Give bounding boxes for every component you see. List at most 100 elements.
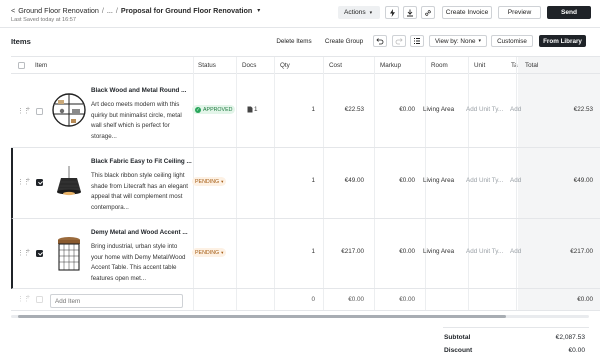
column-header-room[interactable]: Room xyxy=(431,62,448,69)
column-header-cost[interactable]: Cost xyxy=(329,62,342,69)
breadcrumb-ellipsis[interactable]: ... xyxy=(107,6,113,15)
delete-items-button[interactable]: Delete Items xyxy=(272,35,316,47)
row-checkbox[interactable] xyxy=(36,250,43,257)
create-group-button[interactable]: Create Group xyxy=(322,35,366,47)
status-label: PENDING xyxy=(195,249,220,256)
breadcrumb-project[interactable]: Ground Floor Renovation xyxy=(18,6,99,15)
add-subitem-icon: + xyxy=(26,294,31,301)
chevron-down-icon: ▾ xyxy=(221,249,224,255)
markup-total: €0.00 xyxy=(399,296,415,303)
create-invoice-button[interactable]: Create Invoice xyxy=(442,6,492,19)
scrollbar-thumb[interactable] xyxy=(18,315,506,318)
column-header-unit[interactable]: Unit xyxy=(474,62,485,69)
unit-cell[interactable]: Add Unit Ty... xyxy=(466,106,503,113)
customise-button[interactable]: Customise xyxy=(491,35,533,47)
column-header-markup[interactable]: Markup xyxy=(380,62,401,69)
status-label: PENDING xyxy=(195,178,220,185)
cost-total: €0.00 xyxy=(348,296,364,303)
breadcrumb-current: Proposal for Ground Floor Renovation xyxy=(120,6,253,15)
room-cell[interactable]: Living Area xyxy=(423,106,454,113)
qty-cell[interactable]: 1 xyxy=(281,177,315,184)
qty-cell[interactable]: 1 xyxy=(281,106,315,113)
item-description: This black ribbon style ceiling light sh… xyxy=(91,172,188,211)
tax-cell[interactable]: Add xyxy=(510,248,521,255)
items-title: Items xyxy=(11,37,31,46)
add-item-input[interactable] xyxy=(50,294,183,308)
cost-cell[interactable]: €22.53 xyxy=(326,106,364,113)
chevron-down-icon: ▾ xyxy=(478,38,481,44)
breadcrumb: < Ground Floor Renovation / ... / Propos… xyxy=(11,6,260,15)
unit-cell[interactable]: Add Unit Ty... xyxy=(466,177,503,184)
list-settings-icon[interactable] xyxy=(410,35,424,47)
download-icon[interactable] xyxy=(403,6,417,19)
markup-cell[interactable]: €0.00 xyxy=(377,177,415,184)
item-name[interactable]: Demy Metal and Wood Accent ... xyxy=(91,229,188,236)
from-library-button[interactable]: From Library xyxy=(539,35,586,47)
unit-cell[interactable]: Add Unit Ty... xyxy=(466,248,503,255)
select-all-checkbox[interactable] xyxy=(18,62,25,69)
chevron-down-icon[interactable]: ▾ xyxy=(257,7,260,14)
markup-cell[interactable]: €0.00 xyxy=(377,106,415,113)
chevron-down-icon: ▾ xyxy=(369,9,373,16)
row-checkbox[interactable] xyxy=(36,108,43,115)
discount-label: Discount xyxy=(444,347,473,354)
preview-button[interactable]: Preview xyxy=(498,6,541,19)
row-checkbox xyxy=(36,296,43,303)
room-cell[interactable]: Living Area xyxy=(423,177,454,184)
divider xyxy=(443,327,589,328)
add-subitem-icon[interactable]: + xyxy=(26,106,30,113)
column-header-status[interactable]: Status xyxy=(198,62,216,69)
subtotal-value: €2,087.53 xyxy=(555,334,585,341)
item-name[interactable]: Black Wood and Metal Round ... xyxy=(91,87,186,94)
divider xyxy=(0,27,600,28)
link-icon[interactable] xyxy=(421,6,435,19)
breadcrumb-separator: / xyxy=(115,6,118,15)
table-row[interactable]: ⋮⋮ + Demy Metal and Wood Accent ... Brin… xyxy=(11,219,600,289)
discount-value[interactable]: €0.00 xyxy=(540,347,585,354)
column-header-qty[interactable]: Qty xyxy=(280,62,290,69)
chevron-down-icon: ▾ xyxy=(221,178,224,184)
cost-cell[interactable]: €217.00 xyxy=(326,248,364,255)
item-description: Bring industrial, urban style into your … xyxy=(91,243,186,282)
send-button[interactable]: Send xyxy=(547,6,591,19)
view-by-dropdown[interactable]: View by: None ▾ xyxy=(429,35,487,47)
item-image-ceiling-shade xyxy=(51,166,87,202)
cost-cell[interactable]: €49.00 xyxy=(326,177,364,184)
table-row[interactable]: ⋮⋮ + Black Fabric Easy to Fit Ceiling ..… xyxy=(11,148,600,219)
qty-cell[interactable]: 1 xyxy=(281,248,315,255)
column-header-total[interactable]: Total xyxy=(525,62,538,69)
lightning-icon[interactable] xyxy=(385,6,399,19)
item-image-accent-table xyxy=(51,236,87,272)
row-checkbox[interactable] xyxy=(36,179,43,186)
total-cell: €217.00 xyxy=(570,248,593,255)
back-icon[interactable]: < xyxy=(11,6,15,15)
status-badge[interactable]: PENDING ▾ xyxy=(192,177,227,186)
table-row[interactable]: ⋮⋮ + Black Wood and Metal Round ... Art … xyxy=(11,74,600,148)
markup-cell[interactable]: €0.00 xyxy=(377,248,415,255)
subtotal-label: Subtotal xyxy=(444,334,471,341)
add-subitem-icon[interactable]: + xyxy=(26,248,30,255)
redo-icon[interactable] xyxy=(392,35,406,47)
tax-cell[interactable]: Add xyxy=(510,106,521,113)
status-badge[interactable]: PENDING ▾ xyxy=(192,248,227,257)
item-name[interactable]: Black Fabric Easy to Fit Ceiling ... xyxy=(91,158,192,165)
document-icon[interactable] xyxy=(247,106,253,115)
total-cell: €49.00 xyxy=(573,177,593,184)
grand-total-cell: €0.00 xyxy=(577,296,593,303)
docs-count[interactable]: 1 xyxy=(254,106,258,113)
column-header-item[interactable]: Item xyxy=(35,62,47,69)
table-header: Item Status Docs Qty Cost Markup Room Un… xyxy=(11,56,600,74)
status-label: APPROVED xyxy=(203,106,233,113)
item-description: Art deco meets modern with this quirky b… xyxy=(91,101,182,140)
column-header-docs[interactable]: Docs xyxy=(242,62,256,69)
undo-icon[interactable] xyxy=(373,35,387,47)
room-cell[interactable]: Living Area xyxy=(423,248,454,255)
top-bar: < Ground Floor Renovation / ... / Propos… xyxy=(0,0,600,26)
last-saved-text: Last Saved today at 16:57 xyxy=(11,17,76,23)
actions-button[interactable]: Actions ▾ xyxy=(338,6,380,19)
qty-total: 0 xyxy=(311,296,315,303)
add-subitem-icon[interactable]: + xyxy=(26,177,30,184)
status-badge[interactable]: ✓ APPROVED xyxy=(192,105,236,114)
tax-cell[interactable]: Add xyxy=(510,177,521,184)
check-icon: ✓ xyxy=(195,106,201,113)
